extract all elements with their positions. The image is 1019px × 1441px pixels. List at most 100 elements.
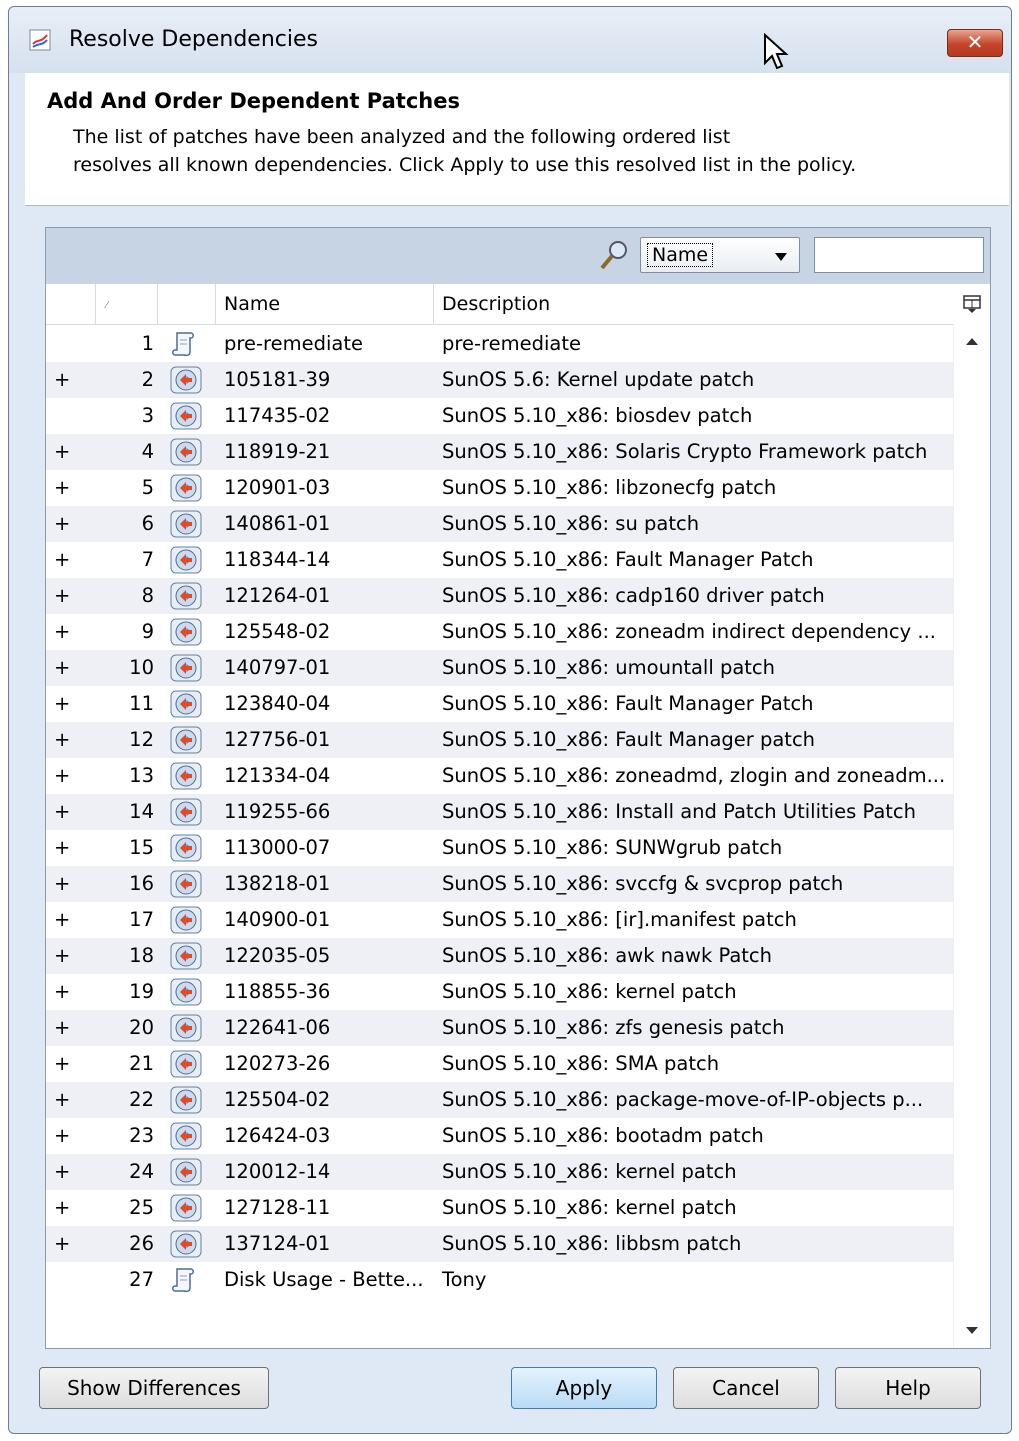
order-number: 7 (141, 548, 154, 571)
expand-toggle[interactable]: + (54, 794, 84, 830)
table-row[interactable]: +14 119255-66 SunOS 5.10_x86: Install and … (46, 794, 954, 830)
table-row[interactable]: 3 117435-02 SunOS 5.10_x86: biosdev patch (46, 398, 954, 434)
order-number: 8 (141, 584, 154, 607)
table-row[interactable]: +5 120901-03 SunOS 5.10_x86: libzonecfg pa… (46, 470, 954, 506)
table-row[interactable]: +12 127756-01 SunOS 5.10_x86: Fault Manage… (46, 722, 954, 758)
patch-name: 123840-04 (224, 692, 331, 715)
patch-name: 119255-66 (224, 800, 331, 823)
table-row[interactable]: +22 125504-02 SunOS 5.10_x86: package-move… (46, 1082, 954, 1118)
order-number: 2 (141, 368, 154, 391)
script-icon (170, 1266, 206, 1294)
expand-toggle[interactable]: + (54, 1082, 84, 1118)
patch-description: SunOS 5.10_x86: umountall patch (442, 656, 775, 679)
column-chooser-icon[interactable] (962, 294, 982, 314)
table-row[interactable]: +4 118919-21 SunOS 5.10_x86: Solaris Crypt… (46, 434, 954, 470)
expand-toggle[interactable]: + (54, 1190, 84, 1226)
table-row[interactable]: +19 118855-36 SunOS 5.10_x86: kernel patch (46, 974, 954, 1010)
expand-toggle[interactable]: + (54, 578, 84, 614)
patch-description: Tony (442, 1268, 487, 1291)
expand-toggle[interactable]: + (54, 470, 84, 506)
description-line-2: resolves all known dependencies. Click A… (73, 154, 857, 176)
patch-disc-icon (170, 1194, 206, 1222)
expand-toggle[interactable]: + (54, 434, 84, 470)
resolve-dependencies-dialog: Resolve Dependencies ✕ Add And Order Dep… (8, 6, 1012, 1434)
table-row[interactable]: +23 126424-03 SunOS 5.10_x86: bootadm patc… (46, 1118, 954, 1154)
patch-disc-icon (170, 834, 206, 862)
mouse-cursor-icon (764, 33, 789, 70)
table-row[interactable]: +17 140900-01 SunOS 5.10_x86: [ir].manifes… (46, 902, 954, 938)
expand-toggle[interactable]: + (54, 938, 84, 974)
table-row[interactable]: 1 pre-remediate pre-remediate (46, 326, 954, 362)
order-number: 26 (129, 1232, 154, 1255)
close-button[interactable]: ✕ (947, 29, 1003, 57)
table-row[interactable]: +18 122035-05 SunOS 5.10_x86: awk nawk Pat… (46, 938, 954, 974)
patch-name: 121334-04 (224, 764, 331, 787)
expand-toggle[interactable]: + (54, 1154, 84, 1190)
scroll-up-icon[interactable] (966, 338, 978, 345)
column-name[interactable]: Name (216, 284, 434, 324)
table-row[interactable]: +21 120273-26 SunOS 5.10_x86: SMA patch (46, 1046, 954, 1082)
table-row[interactable]: +26 137124-01 SunOS 5.10_x86: libbsm patch (46, 1226, 954, 1262)
table-row[interactable]: +10 140797-01 SunOS 5.10_x86: umountall pa… (46, 650, 954, 686)
column-description[interactable]: Description (434, 284, 954, 324)
table-row[interactable]: +9 125548-02 SunOS 5.10_x86: zoneadm indir… (46, 614, 954, 650)
expand-toggle[interactable]: + (54, 866, 84, 902)
table-row[interactable]: +24 120012-14 SunOS 5.10_x86: kernel patch (46, 1154, 954, 1190)
apply-button[interactable]: Apply (511, 1367, 657, 1409)
expand-toggle[interactable] (54, 398, 84, 434)
order-number: 6 (141, 512, 154, 535)
patch-disc-icon (170, 906, 206, 934)
expand-toggle[interactable]: + (54, 1118, 84, 1154)
order-number: 9 (141, 620, 154, 643)
expand-toggle[interactable]: + (54, 974, 84, 1010)
expand-toggle[interactable]: + (54, 686, 84, 722)
patch-description: SunOS 5.10_x86: kernel patch (442, 1160, 737, 1183)
expand-toggle[interactable]: + (54, 830, 84, 866)
table-row[interactable]: +20 122641-06 SunOS 5.10_x86: zfs genesis … (46, 1010, 954, 1046)
table-row[interactable]: +25 127128-11 SunOS 5.10_x86: kernel patch (46, 1190, 954, 1226)
expand-toggle[interactable]: + (54, 362, 84, 398)
expand-toggle[interactable]: + (54, 614, 84, 650)
table-row[interactable]: +2 105181-39 SunOS 5.6: Kernel update patc… (46, 362, 954, 398)
title-bar[interactable]: Resolve Dependencies ✕ (9, 7, 1011, 73)
expand-toggle[interactable]: + (54, 650, 84, 686)
column-order[interactable]: ⁄ (96, 284, 158, 324)
patch-disc-icon (170, 870, 206, 898)
patch-description: pre-remediate (442, 332, 581, 355)
vertical-scrollbar[interactable] (953, 324, 990, 1348)
expand-toggle[interactable]: + (54, 722, 84, 758)
order-number: 11 (129, 692, 154, 715)
expand-toggle[interactable] (54, 1262, 84, 1298)
expand-toggle[interactable]: + (54, 1046, 84, 1082)
patch-disc-icon (170, 942, 206, 970)
expand-toggle[interactable]: + (54, 1010, 84, 1046)
table-row[interactable]: +6 140861-01 SunOS 5.10_x86: su patch (46, 506, 954, 542)
table-row[interactable]: +11 123840-04 SunOS 5.10_x86: Fault Manage… (46, 686, 954, 722)
search-input[interactable] (814, 237, 984, 273)
order-number: 16 (129, 872, 154, 895)
table-row[interactable]: +15 113000-07 SunOS 5.10_x86: SUNWgrub pat… (46, 830, 954, 866)
cancel-button[interactable]: Cancel (673, 1367, 819, 1409)
search-icon[interactable] (598, 238, 630, 272)
expand-toggle[interactable]: + (54, 902, 84, 938)
expand-toggle[interactable]: + (54, 1226, 84, 1262)
search-field-dropdown[interactable]: Name (640, 237, 800, 273)
patch-description: SunOS 5.10_x86: biosdev patch (442, 404, 753, 427)
expand-toggle[interactable]: + (54, 506, 84, 542)
expand-toggle[interactable] (54, 326, 84, 362)
patch-disc-icon (170, 654, 206, 682)
expand-toggle[interactable]: + (54, 758, 84, 794)
patch-name: 122641-06 (224, 1016, 331, 1039)
patch-name: 127128-11 (224, 1196, 331, 1219)
column-type[interactable] (158, 284, 216, 324)
column-expand[interactable] (46, 284, 96, 324)
table-row[interactable]: +8 121264-01 SunOS 5.10_x86: cadp160 drive… (46, 578, 954, 614)
table-row[interactable]: +13 121334-04 SunOS 5.10_x86: zoneadmd, zl… (46, 758, 954, 794)
help-button[interactable]: Help (835, 1367, 981, 1409)
expand-toggle[interactable]: + (54, 542, 84, 578)
table-row[interactable]: +16 138218-01 SunOS 5.10_x86: svccfg & svc… (46, 866, 954, 902)
table-row[interactable]: 27 Disk Usage - Bette... Tony (46, 1262, 954, 1298)
scroll-down-icon[interactable] (966, 1327, 978, 1334)
show-differences-button[interactable]: Show Differences (39, 1367, 269, 1409)
table-row[interactable]: +7 118344-14 SunOS 5.10_x86: Fault Manager… (46, 542, 954, 578)
